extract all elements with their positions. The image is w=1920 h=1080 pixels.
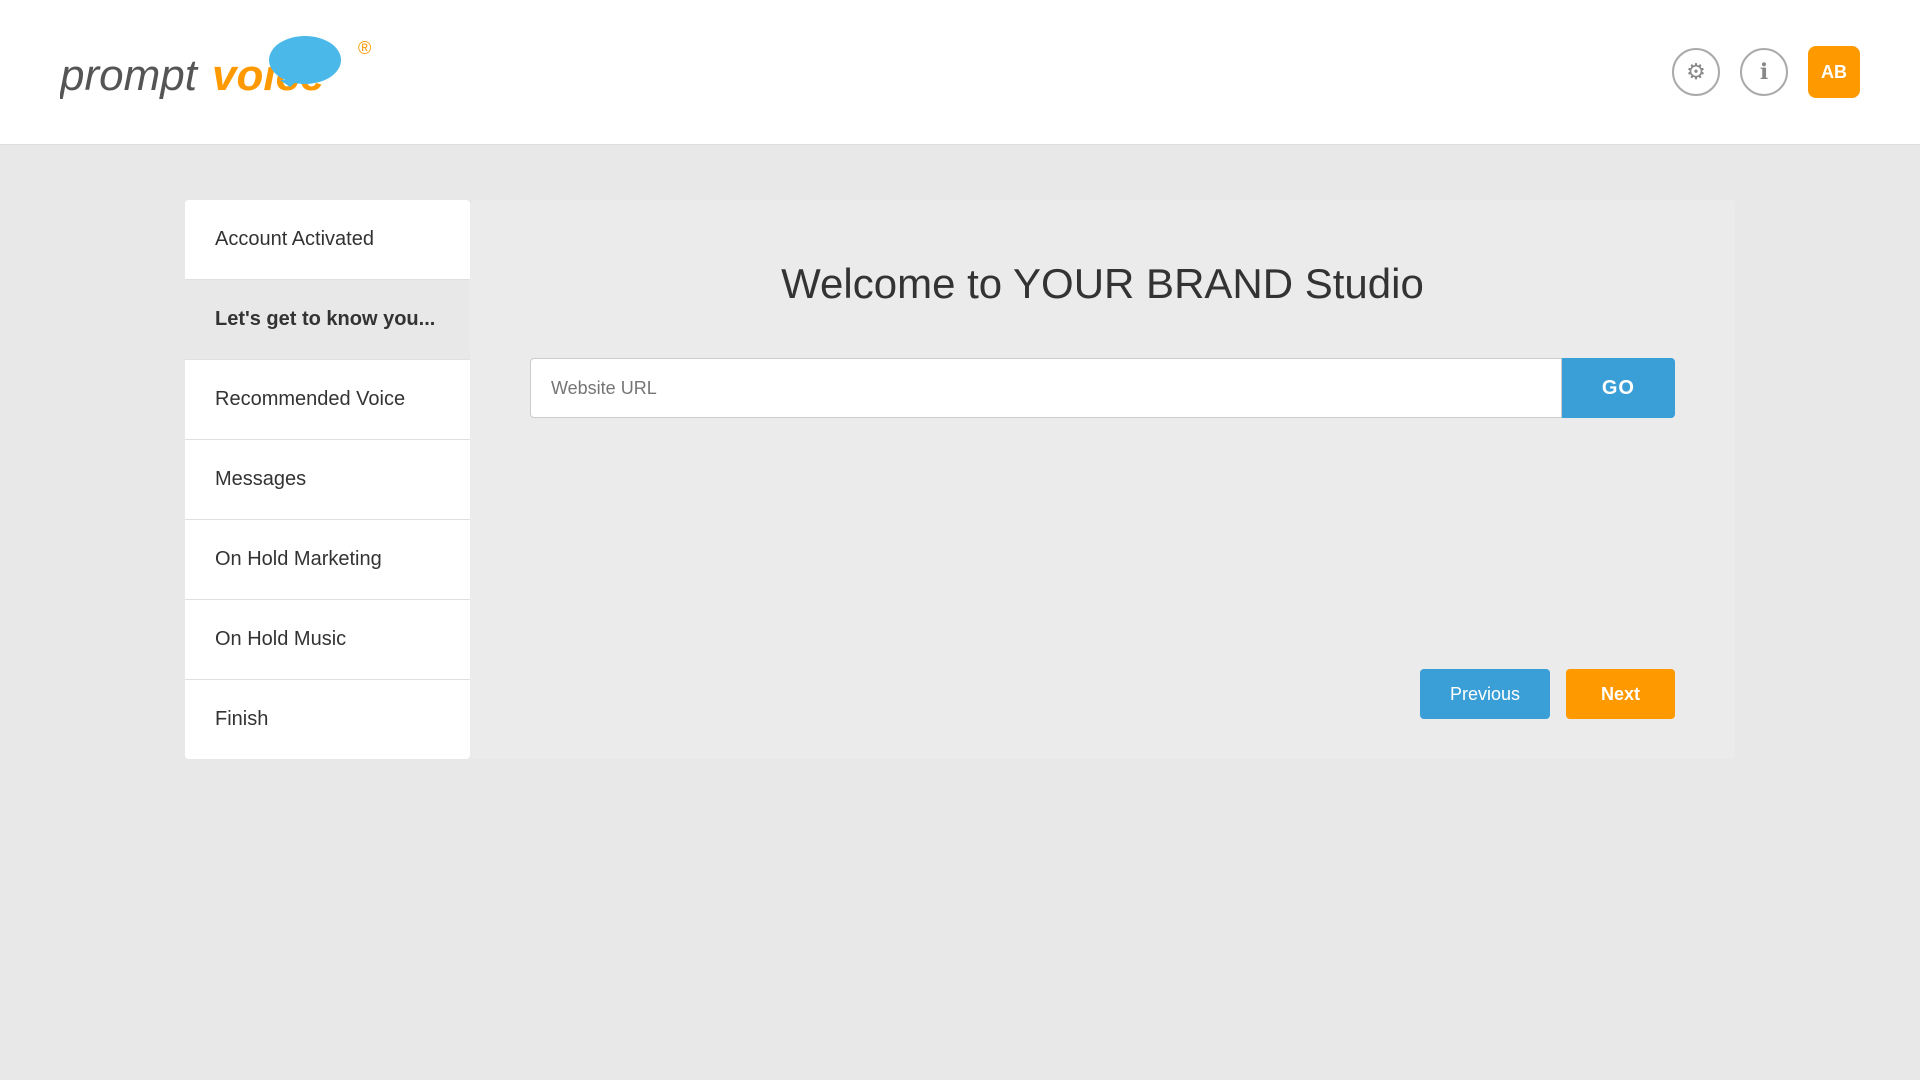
svg-text:prompt: prompt: [60, 51, 199, 100]
avatar-initials: AB: [1821, 62, 1847, 83]
bottom-nav: Previous Next: [530, 639, 1675, 719]
sidebar-item-finish[interactable]: Finish: [185, 680, 470, 759]
logo-area: prompt voice ®: [60, 32, 380, 112]
promptvoice-logo: prompt voice ®: [60, 32, 380, 112]
sidebar-item-on-hold-marketing[interactable]: On Hold Marketing: [185, 520, 470, 600]
url-row: GO: [530, 358, 1675, 418]
website-url-input[interactable]: [530, 358, 1562, 418]
info-button[interactable]: ℹ: [1740, 48, 1788, 96]
main-container: Account Activated Let's get to know you.…: [185, 145, 1735, 759]
content-title: Welcome to YOUR BRAND Studio: [530, 260, 1675, 308]
settings-icon: ⚙: [1686, 59, 1706, 85]
avatar-button[interactable]: AB: [1808, 46, 1860, 98]
next-button[interactable]: Next: [1566, 669, 1675, 719]
previous-button[interactable]: Previous: [1420, 669, 1550, 719]
sidebar-item-lets-get-to-know-you[interactable]: Let's get to know you...: [185, 280, 470, 360]
sidebar-item-on-hold-music[interactable]: On Hold Music: [185, 600, 470, 680]
header: prompt voice ® ⚙ ℹ AB: [0, 0, 1920, 145]
info-icon: ℹ: [1760, 59, 1768, 85]
sidebar-item-recommended-voice[interactable]: Recommended Voice: [185, 360, 470, 440]
settings-button[interactable]: ⚙: [1672, 48, 1720, 96]
header-icons: ⚙ ℹ AB: [1672, 46, 1860, 98]
logo-svg: prompt voice ®: [60, 32, 380, 112]
go-button[interactable]: GO: [1562, 358, 1675, 418]
sidebar-item-messages[interactable]: Messages: [185, 440, 470, 520]
svg-text:®: ®: [358, 38, 371, 58]
sidebar: Account Activated Let's get to know you.…: [185, 200, 470, 759]
sidebar-item-account-activated[interactable]: Account Activated: [185, 200, 470, 280]
content-panel: Welcome to YOUR BRAND Studio GO Previous…: [470, 200, 1735, 759]
